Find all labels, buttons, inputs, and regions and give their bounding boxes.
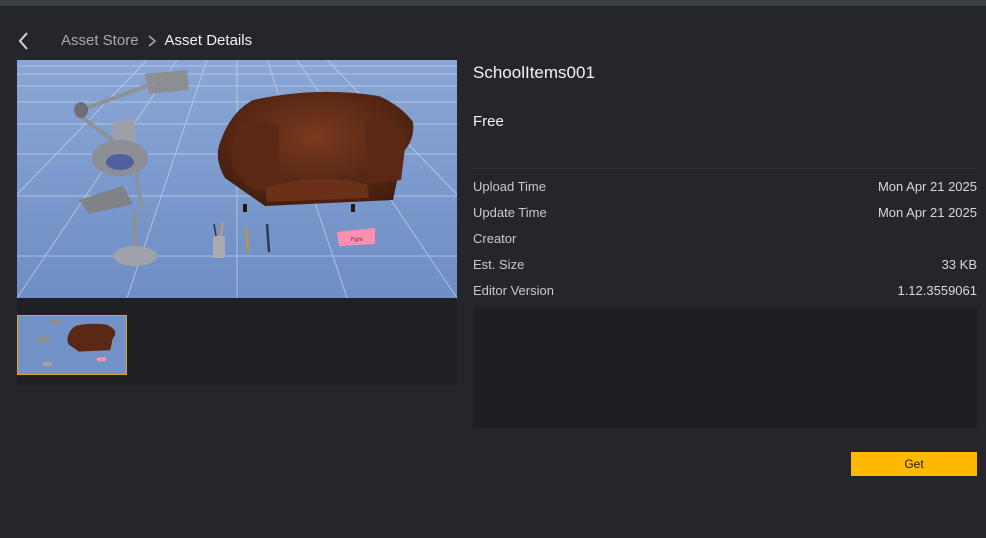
meta-value: Mon Apr 21 2025 xyxy=(877,179,977,194)
breadcrumb-asset-store[interactable]: Asset Store xyxy=(61,32,139,49)
eraser-label: Fight xyxy=(351,237,363,243)
meta-value: 33 KB xyxy=(941,257,977,272)
divider xyxy=(473,168,977,169)
meta-label: Creator xyxy=(473,231,517,246)
meta-upload-time: Upload Time Mon Apr 21 2025 xyxy=(473,179,977,205)
window-top-strip xyxy=(0,0,986,6)
breadcrumb-current: Asset Details xyxy=(164,32,253,49)
meta-editor-version: Editor Version 1.12.3559061 xyxy=(473,283,977,309)
breadcrumb: Asset Store Asset Details xyxy=(61,32,252,49)
meta-label: Editor Version xyxy=(473,283,554,298)
chevron-right-icon xyxy=(148,34,156,47)
meta-update-time: Update Time Mon Apr 21 2025 xyxy=(473,205,977,231)
asset-preview-image: Fight xyxy=(17,60,457,298)
asset-metadata: Upload Time Mon Apr 21 2025 Update Time … xyxy=(473,179,977,309)
asset-details-panel: SchoolItems001 Free Upload Time Mon Apr … xyxy=(473,60,977,428)
meta-value: 1.12.3559061 xyxy=(897,283,977,298)
asset-gallery: Fight xyxy=(17,60,457,385)
asset-description-box xyxy=(473,307,977,428)
meta-est-size: Est. Size 33 KB xyxy=(473,257,977,283)
back-button[interactable] xyxy=(14,30,34,52)
meta-label: Upload Time xyxy=(473,179,546,194)
meta-value: Mon Apr 21 2025 xyxy=(877,205,977,220)
meta-creator: Creator xyxy=(473,231,977,257)
meta-label: Est. Size xyxy=(473,257,525,272)
meta-label: Update Time xyxy=(473,205,547,220)
get-button[interactable]: Get xyxy=(851,452,977,476)
chevron-left-icon xyxy=(18,32,28,50)
asset-thumbnail[interactable] xyxy=(17,315,127,375)
asset-price: Free xyxy=(473,113,504,130)
asset-title: SchoolItems001 xyxy=(473,63,595,82)
